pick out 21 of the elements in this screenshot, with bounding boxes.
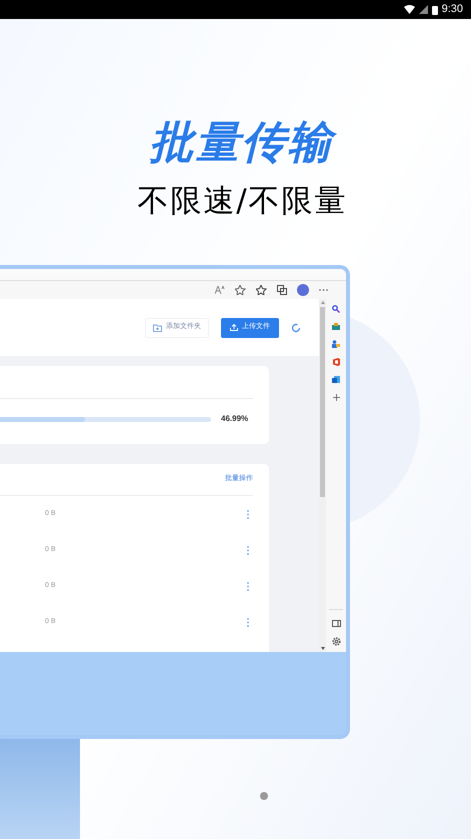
search-icon[interactable]: [332, 305, 340, 313]
profile-avatar[interactable]: [297, 284, 309, 296]
subheadline: 不限速/不限量: [137, 182, 348, 221]
settings-icon[interactable]: [332, 637, 340, 646]
wifi-icon: [404, 5, 415, 14]
sidebar-panel-icon[interactable]: [332, 620, 340, 627]
people-icon[interactable]: [332, 340, 340, 348]
favorites-icon[interactable]: [256, 285, 267, 295]
scrollbar[interactable]: [319, 299, 326, 652]
add-icon[interactable]: [332, 394, 340, 401]
scroll-down-icon[interactable]: [320, 647, 324, 650]
progress-percent: 46.99%: [221, 413, 248, 425]
loading-spinner-icon: [291, 322, 301, 332]
scroll-up-icon[interactable]: [320, 301, 324, 304]
clock-time: 9:30: [442, 2, 463, 18]
scrollbar-thumb[interactable]: [320, 307, 325, 497]
signal-icon: [418, 5, 428, 14]
upload-icon: [230, 324, 238, 331]
folder-plus-icon: [153, 324, 162, 332]
battery-icon: [432, 4, 438, 14]
collections-icon[interactable]: [277, 285, 287, 295]
